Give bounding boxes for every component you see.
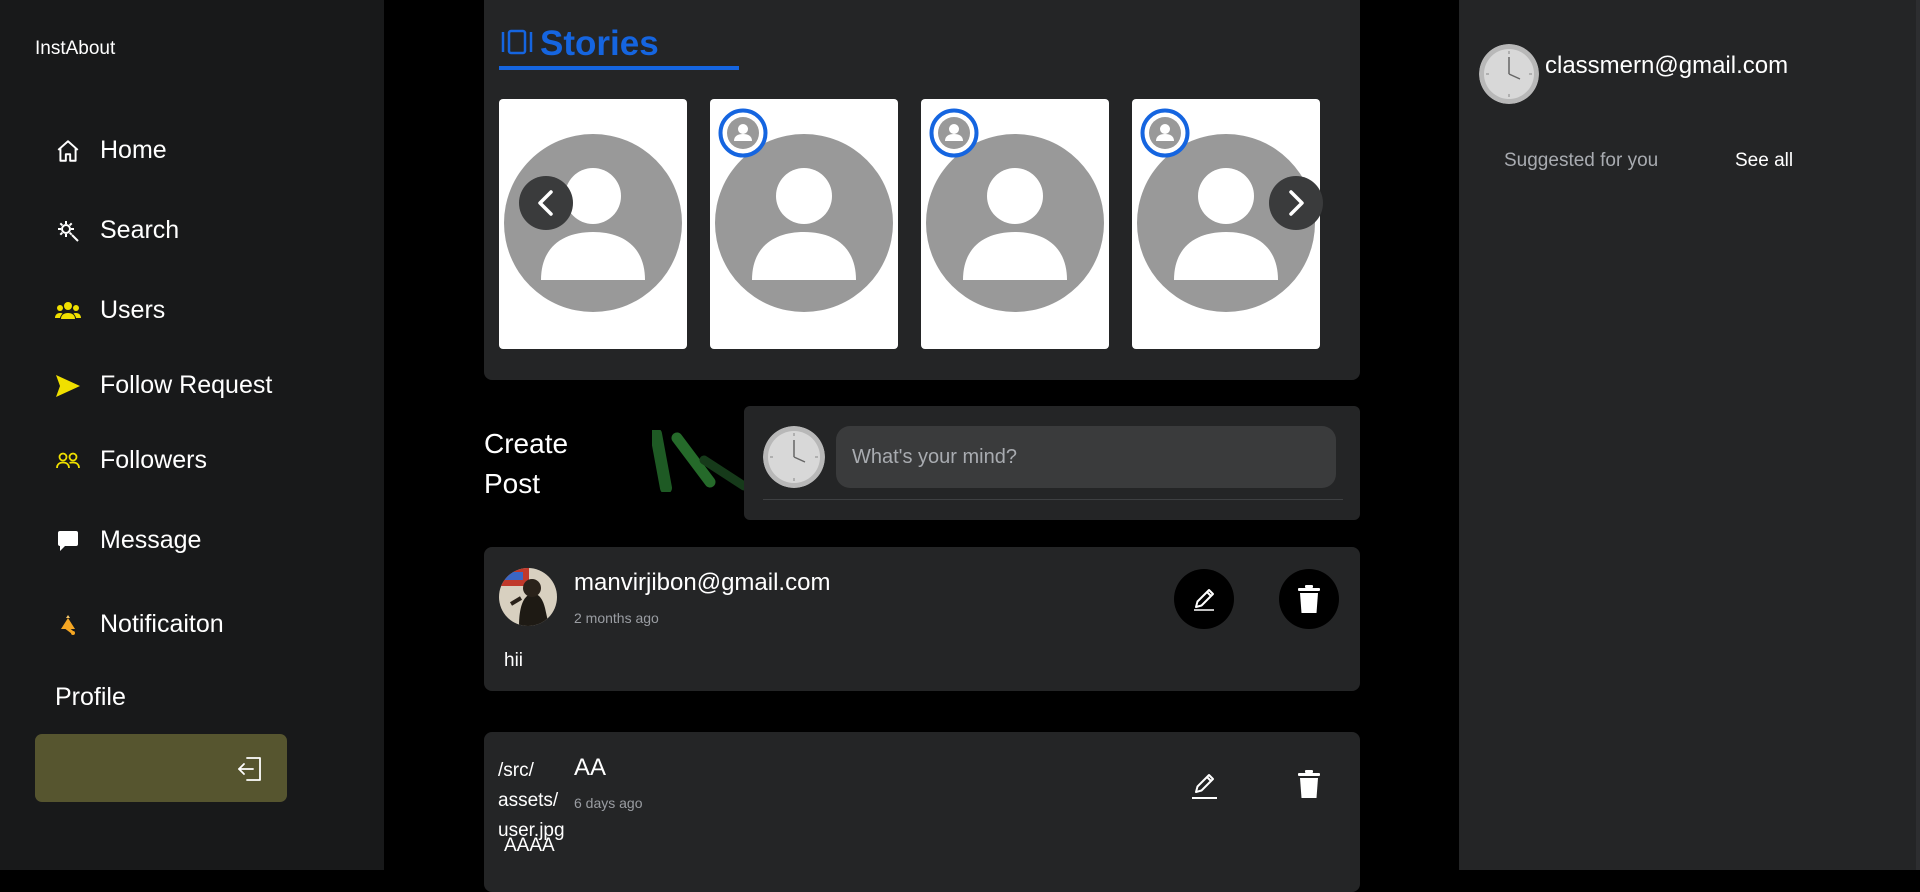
- chevron-left-icon: [538, 190, 553, 216]
- sidebar-item-search[interactable]: Search: [54, 216, 179, 245]
- pencil-icon: [1194, 589, 1214, 611]
- clock-avatar-icon[interactable]: [763, 426, 825, 488]
- post-card: /src/ assets/ user.jpg AA 6 days ago AAA…: [484, 732, 1360, 892]
- post-author-avatar-broken[interactable]: /src/ assets/ user.jpg: [498, 756, 578, 846]
- sidebar-item-followers[interactable]: Followers: [54, 446, 207, 475]
- sidebar: InstAbout Home Search Users Follow Reque…: [0, 0, 384, 870]
- current-user-email[interactable]: classmern@gmail.com: [1545, 52, 1788, 80]
- post-content: AAAA: [504, 835, 555, 856]
- clock-avatar-icon[interactable]: [1479, 44, 1539, 104]
- delete-post-button[interactable]: [1287, 762, 1331, 806]
- default-avatar-icon: [926, 134, 1104, 312]
- stories-title: Stories: [540, 24, 659, 63]
- story-card[interactable]: [499, 99, 687, 349]
- post-timestamp: 6 days ago: [574, 795, 643, 811]
- notification-icon: [54, 611, 82, 639]
- search-gear-icon: [54, 217, 82, 245]
- chevron-right-icon: [1289, 190, 1304, 216]
- logout-icon: [235, 754, 265, 789]
- sidebar-item-label: Followers: [100, 446, 207, 474]
- users-icon: [54, 297, 82, 325]
- sidebar-item-users[interactable]: Users: [54, 296, 165, 325]
- sidebar-item-notification[interactable]: Notificaiton: [54, 610, 224, 639]
- sidebar-item-label: Users: [100, 296, 166, 324]
- suggested-for-you-label: Suggested for you: [1504, 150, 1659, 171]
- post-author-name[interactable]: manvirjibon@gmail.com: [574, 569, 830, 597]
- delete-post-button[interactable]: [1279, 569, 1339, 629]
- story-user-badge-icon: [718, 108, 768, 158]
- sidebar-item-follow-request[interactable]: Follow Request: [54, 371, 272, 400]
- sidebar-item-label: Follow Request: [100, 371, 273, 399]
- sidebar-item-label: Search: [100, 216, 180, 244]
- sidebar-item-profile[interactable]: Profile: [55, 683, 126, 712]
- stories-icon: [500, 28, 534, 61]
- stories-section: Stories: [484, 0, 1360, 380]
- create-post-divider: [763, 499, 1343, 500]
- carousel-next-button[interactable]: [1269, 176, 1323, 230]
- post-content: hii: [504, 650, 524, 671]
- story-card[interactable]: [921, 99, 1109, 349]
- sidebar-item-label: Notificaiton: [100, 610, 224, 638]
- default-avatar-icon: [715, 134, 893, 312]
- post-timestamp: 2 months ago: [574, 610, 659, 626]
- carousel-prev-button[interactable]: [519, 176, 573, 230]
- edit-post-button[interactable]: [1174, 569, 1234, 629]
- brand-logo[interactable]: InstAbout: [35, 38, 115, 60]
- whats-on-your-mind-input[interactable]: [836, 426, 1336, 488]
- logout-button[interactable]: [35, 734, 287, 802]
- loading-spinner-icon: [652, 430, 748, 492]
- sidebar-item-label: Message: [100, 526, 202, 554]
- post-author-avatar[interactable]: [499, 568, 557, 626]
- right-panel: classmern@gmail.com Suggested for you Se…: [1459, 0, 1920, 870]
- send-icon: [54, 372, 82, 400]
- stories-underline: [499, 66, 739, 70]
- trash-icon: [1298, 770, 1320, 798]
- post-card: manvirjibon@gmail.com 2 months ago hii: [484, 547, 1360, 691]
- edit-post-button[interactable]: [1182, 762, 1226, 806]
- followers-icon: [54, 447, 82, 475]
- pencil-icon: [1192, 774, 1217, 799]
- sidebar-item-message[interactable]: Message: [54, 526, 201, 555]
- sidebar-item-label: Home: [100, 136, 167, 164]
- scrollbar[interactable]: [1916, 0, 1920, 870]
- sidebar-item-home[interactable]: Home: [54, 136, 167, 165]
- story-card[interactable]: [710, 99, 898, 349]
- story-user-badge-icon: [929, 108, 979, 158]
- home-icon: [54, 137, 82, 165]
- message-icon: [54, 527, 82, 555]
- stories-header: Stories: [500, 24, 659, 64]
- create-post-box: [744, 406, 1360, 520]
- story-user-badge-icon: [1140, 108, 1190, 158]
- see-all-link[interactable]: See all: [1735, 150, 1793, 172]
- post-author-name[interactable]: AA: [574, 754, 606, 782]
- create-post-title: Create Post: [484, 428, 569, 499]
- trash-icon: [1298, 585, 1320, 613]
